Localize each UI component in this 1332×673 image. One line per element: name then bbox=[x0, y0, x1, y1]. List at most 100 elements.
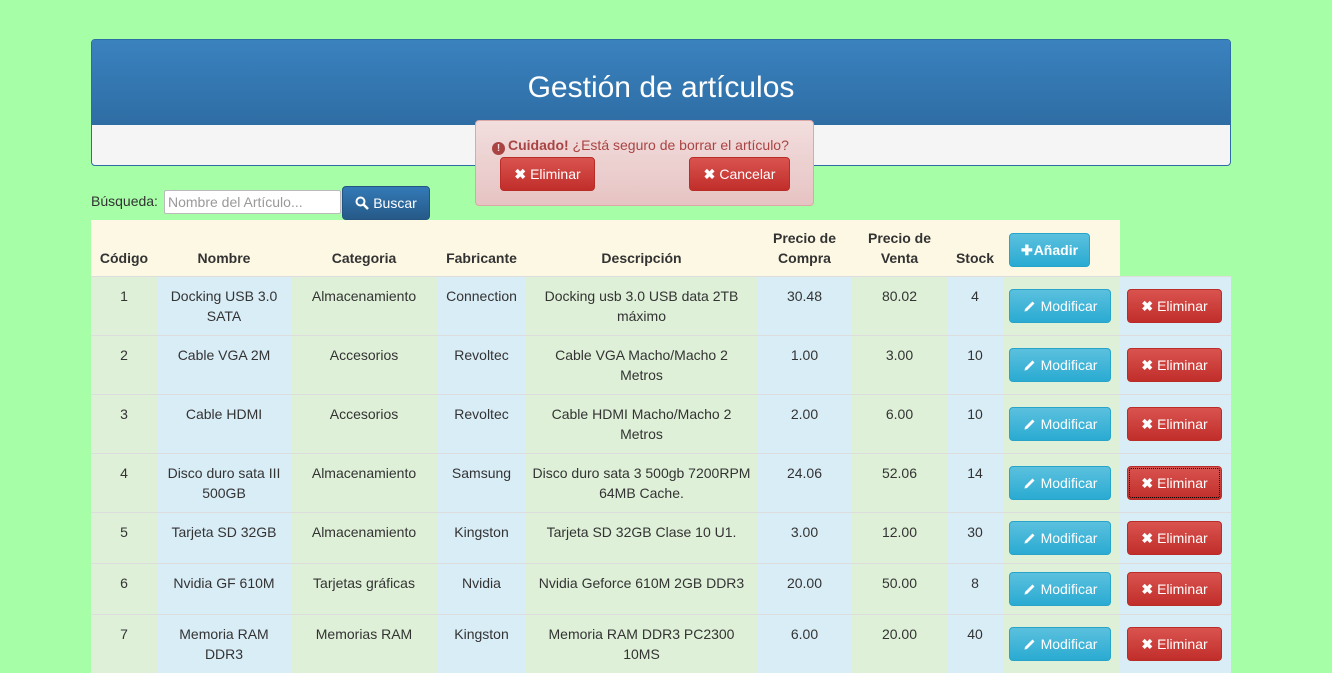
modify-button[interactable]: Modificar bbox=[1009, 627, 1111, 661]
delete-button[interactable]: ✖Eliminar bbox=[1127, 289, 1222, 323]
page-title: Gestión de artículos bbox=[92, 40, 1230, 106]
cell-stock: 40 bbox=[947, 615, 1003, 673]
pencil-icon bbox=[1023, 582, 1037, 596]
cell-precio-compra: 3.00 bbox=[757, 513, 852, 564]
cell-nombre: Docking USB 3.0 SATA bbox=[157, 277, 291, 336]
cell-stock: 10 bbox=[947, 395, 1003, 454]
col-precio-venta: Precio de Venta bbox=[852, 220, 947, 277]
cell-delete: ✖Eliminar bbox=[1120, 395, 1231, 454]
close-icon: ✖ bbox=[1141, 298, 1153, 314]
header-bar: Gestión de artículos bbox=[92, 40, 1230, 125]
cell-nombre: Cable HDMI bbox=[157, 395, 291, 454]
cell-fabricante: Kingston bbox=[437, 513, 526, 564]
close-icon: ✖ bbox=[1141, 357, 1153, 373]
cell-categoria: Almacenamiento bbox=[291, 513, 437, 564]
col-fabricante: Fabricante bbox=[437, 220, 526, 277]
cell-codigo: 3 bbox=[91, 395, 157, 454]
add-button[interactable]: ✚Añadir bbox=[1009, 233, 1090, 267]
modify-button[interactable]: Modificar bbox=[1009, 521, 1111, 555]
cell-nombre: Cable VGA 2M bbox=[157, 336, 291, 395]
cell-stock: 8 bbox=[947, 564, 1003, 615]
cell-descripcion: Nvidia Geforce 610M 2GB DDR3 bbox=[526, 564, 757, 615]
modify-button-label: Modificar bbox=[1041, 298, 1098, 314]
cell-descripcion: Tarjeta SD 32GB Clase 10 U1. bbox=[526, 513, 757, 564]
search-input[interactable] bbox=[164, 190, 341, 214]
cell-descripcion: Docking usb 3.0 USB data 2TB máximo bbox=[526, 277, 757, 336]
cancel-button[interactable]: ✖Cancelar bbox=[689, 157, 790, 191]
cell-categoria: Memorias RAM bbox=[291, 615, 437, 673]
table-row: 7Memoria RAM DDR3Memorias RAMKingstonMem… bbox=[91, 615, 1231, 673]
modify-button[interactable]: Modificar bbox=[1009, 289, 1111, 323]
cell-modify: Modificar bbox=[1003, 454, 1120, 513]
col-precio-compra-line1: Precio de bbox=[773, 230, 836, 246]
alert-message: !Cuidado! ¿Está seguro de borrar el artí… bbox=[492, 137, 789, 155]
delete-button[interactable]: ✖Eliminar bbox=[1127, 521, 1222, 555]
col-precio-compra-line2: Compra bbox=[778, 250, 831, 266]
cell-codigo: 6 bbox=[91, 564, 157, 615]
delete-button[interactable]: ✖Eliminar bbox=[1127, 572, 1222, 606]
col-precio-compra: Precio de Compra bbox=[757, 220, 852, 277]
delete-button-label: Eliminar bbox=[1157, 530, 1208, 546]
col-add: ✚Añadir bbox=[1003, 220, 1120, 277]
col-precio-venta-line2: Venta bbox=[881, 250, 918, 266]
cell-fabricante: Revoltec bbox=[437, 336, 526, 395]
delete-confirm-alert: !Cuidado! ¿Está seguro de borrar el artí… bbox=[475, 120, 814, 206]
cell-modify: Modificar bbox=[1003, 513, 1120, 564]
delete-button[interactable]: ✖Eliminar bbox=[1127, 627, 1222, 661]
cell-precio-venta: 52.06 bbox=[852, 454, 947, 513]
modify-button[interactable]: Modificar bbox=[1009, 572, 1111, 606]
confirm-delete-label: Eliminar bbox=[530, 166, 581, 182]
alert-text: ¿Está seguro de borrar el artículo? bbox=[573, 137, 789, 153]
confirm-delete-button[interactable]: ✖Eliminar bbox=[500, 157, 595, 191]
cell-categoria: Almacenamiento bbox=[291, 454, 437, 513]
delete-button-label: Eliminar bbox=[1157, 357, 1208, 373]
cell-descripcion: Cable VGA Macho/Macho 2 Metros bbox=[526, 336, 757, 395]
close-icon: ✖ bbox=[1141, 530, 1153, 546]
table-row: 1Docking USB 3.0 SATAAlmacenamientoConne… bbox=[91, 277, 1231, 336]
delete-button[interactable]: ✖Eliminar bbox=[1127, 407, 1222, 441]
cell-delete: ✖Eliminar bbox=[1120, 336, 1231, 395]
cell-delete: ✖Eliminar bbox=[1120, 615, 1231, 673]
modify-button-label: Modificar bbox=[1041, 530, 1098, 546]
search-icon bbox=[355, 196, 369, 210]
modify-button[interactable]: Modificar bbox=[1009, 348, 1111, 382]
cell-precio-compra: 20.00 bbox=[757, 564, 852, 615]
cell-precio-venta: 6.00 bbox=[852, 395, 947, 454]
delete-button-label: Eliminar bbox=[1157, 475, 1208, 491]
cell-modify: Modificar bbox=[1003, 615, 1120, 673]
col-empty bbox=[1120, 220, 1231, 277]
modify-button[interactable]: Modificar bbox=[1009, 407, 1111, 441]
table-header-row: Código Nombre Categoria Fabricante Descr… bbox=[91, 220, 1231, 277]
modify-button-label: Modificar bbox=[1041, 475, 1098, 491]
cell-precio-compra: 2.00 bbox=[757, 395, 852, 454]
delete-button[interactable]: ✖Eliminar bbox=[1127, 348, 1222, 382]
add-button-label: Añadir bbox=[1034, 242, 1078, 258]
cell-delete: ✖Eliminar bbox=[1120, 277, 1231, 336]
delete-button-label: Eliminar bbox=[1157, 581, 1208, 597]
cell-categoria: Accesorios bbox=[291, 395, 437, 454]
pencil-icon bbox=[1023, 531, 1037, 545]
delete-button-label: Eliminar bbox=[1157, 636, 1208, 652]
search-label: Búsqueda: bbox=[91, 193, 158, 209]
col-stock: Stock bbox=[947, 220, 1003, 277]
cell-codigo: 7 bbox=[91, 615, 157, 673]
cell-precio-compra: 30.48 bbox=[757, 277, 852, 336]
cell-fabricante: Samsung bbox=[437, 454, 526, 513]
table-row: 5Tarjeta SD 32GBAlmacenamientoKingstonTa… bbox=[91, 513, 1231, 564]
cell-descripcion: Cable HDMI Macho/Macho 2 Metros bbox=[526, 395, 757, 454]
cell-nombre: Disco duro sata III 500GB bbox=[157, 454, 291, 513]
pencil-icon bbox=[1023, 637, 1037, 651]
pencil-icon bbox=[1023, 476, 1037, 490]
cell-fabricante: Kingston bbox=[437, 615, 526, 673]
delete-button[interactable]: ✖Eliminar bbox=[1127, 466, 1222, 500]
search-button[interactable]: Buscar bbox=[342, 186, 430, 220]
modify-button[interactable]: Modificar bbox=[1009, 466, 1111, 500]
close-icon: ✖ bbox=[1141, 416, 1153, 432]
col-precio-venta-line1: Precio de bbox=[868, 230, 931, 246]
articles-table: Código Nombre Categoria Fabricante Descr… bbox=[91, 220, 1231, 673]
cell-fabricante: Connection bbox=[437, 277, 526, 336]
delete-button-label: Eliminar bbox=[1157, 298, 1208, 314]
pencil-icon bbox=[1023, 417, 1037, 431]
table-row: 4Disco duro sata III 500GBAlmacenamiento… bbox=[91, 454, 1231, 513]
cell-nombre: Memoria RAM DDR3 bbox=[157, 615, 291, 673]
